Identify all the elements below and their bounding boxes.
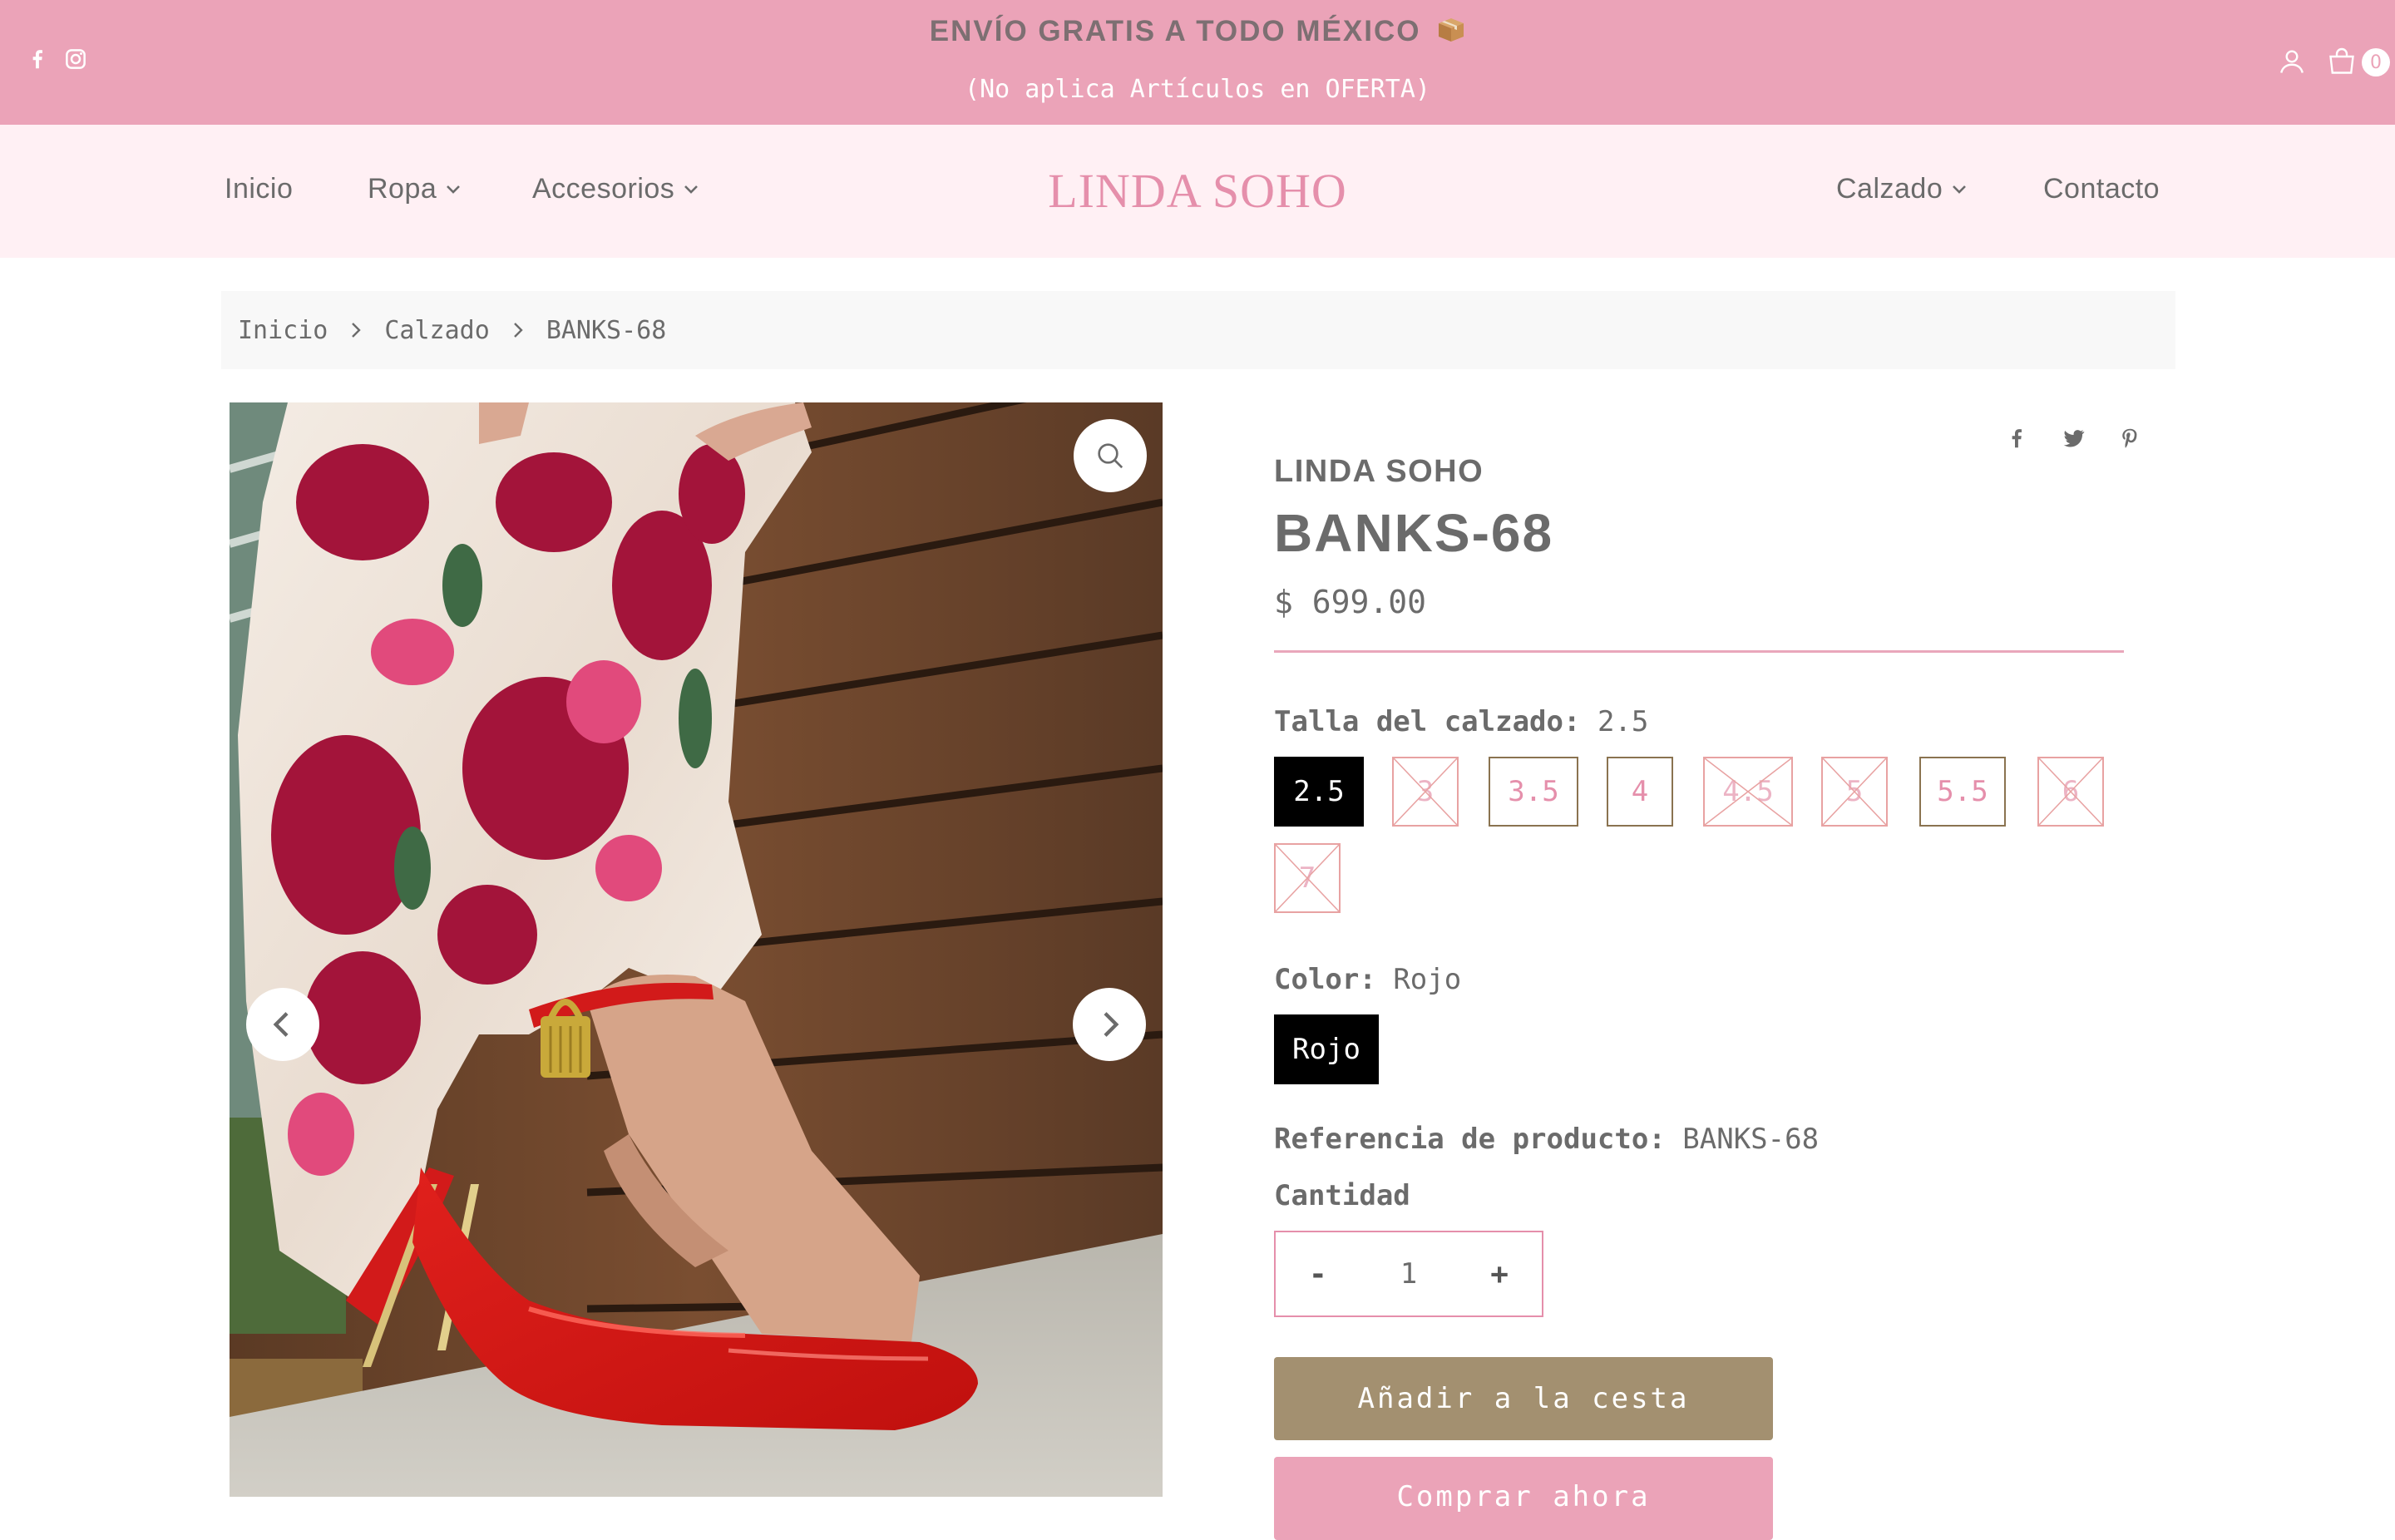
size-swatch-label: 5.5	[1937, 775, 1988, 808]
account-icon[interactable]	[2277, 47, 2307, 77]
breadcrumb-link-inicio[interactable]: Inicio	[238, 316, 328, 345]
sku-row: Referencia de producto: BANKS-68	[1274, 1123, 1819, 1156]
shipping-message-text: ENVÍO GRATIS A TODO MÉXICO	[929, 15, 1421, 47]
zoom-icon	[1098, 443, 1123, 469]
quantity-label-text: Cantidad	[1274, 1179, 1410, 1212]
price-divider	[1274, 650, 2124, 653]
share-facebook-icon[interactable]	[2004, 426, 2029, 451]
sku-value: BANKS-68	[1682, 1123, 1820, 1156]
shopping-bag-icon	[2329, 47, 2354, 74]
announcement-bar: ENVÍO GRATIS A TODO MÉXICO (No aplica Ar…	[0, 0, 2395, 125]
breadcrumb-current: BANKS-68	[546, 315, 667, 345]
size-swatch-4-5[interactable]: 4.5	[1703, 757, 1793, 827]
nav-item-calzado[interactable]: Calzado	[1836, 173, 1968, 205]
chevron-left-icon	[273, 1012, 289, 1037]
size-option-label: Talla del calzado: 2.5	[1274, 705, 1648, 738]
size-swatch-label: 2.5	[1293, 775, 1345, 808]
store-logo-text: LINDA SOHO	[1048, 164, 1347, 218]
size-swatch-3-5[interactable]: 3.5	[1489, 757, 1578, 827]
size-swatch-7[interactable]: 7	[1274, 843, 1341, 913]
sold-out-cross-icon	[1705, 758, 1791, 825]
sold-out-cross-icon	[1276, 845, 1339, 911]
instagram-icon[interactable]	[63, 47, 88, 72]
size-label: Talla del calzado:	[1274, 705, 1581, 738]
share-twitter-icon[interactable]	[2061, 426, 2086, 451]
product-photo	[230, 402, 1163, 1497]
store-logo[interactable]: LINDA SOHO	[0, 163, 2395, 219]
color-label: Color:	[1274, 963, 1376, 996]
add-to-cart-label: Añadir a la cesta	[1357, 1382, 1690, 1415]
nav-item-label: Calzado	[1836, 173, 1943, 205]
buy-now-label: Comprar ahora	[1396, 1480, 1651, 1513]
chevron-right-icon	[1104, 1012, 1119, 1037]
cart-button[interactable]: 0	[2327, 47, 2390, 77]
size-swatch-2-5[interactable]: 2.5	[1274, 757, 1364, 827]
package-icon	[1439, 18, 1464, 42]
size-swatch-5[interactable]: 5	[1821, 757, 1888, 827]
share-pinterest-icon[interactable]	[2117, 426, 2142, 451]
size-selected-value: 2.5	[1597, 705, 1649, 738]
previous-image-button[interactable]	[246, 988, 319, 1061]
size-swatch-3[interactable]: 3	[1392, 757, 1459, 827]
buy-now-button[interactable]: Comprar ahora	[1274, 1457, 1773, 1540]
nav-item-label: Contacto	[2043, 173, 2160, 205]
size-swatch-4[interactable]: 4	[1607, 757, 1673, 827]
next-image-button[interactable]	[1073, 988, 1146, 1061]
social-links	[25, 47, 88, 72]
quantity-increase-button[interactable]: +	[1490, 1257, 1509, 1291]
zoom-button[interactable]	[1074, 419, 1147, 492]
chevron-down-icon	[1953, 185, 1967, 194]
product-title: BANKS-68	[1274, 503, 1554, 563]
cart-count-badge: 0	[2362, 48, 2390, 77]
quantity-decrease-button[interactable]: -	[1309, 1257, 1327, 1291]
product-vendor[interactable]: LINDA SOHO	[1274, 454, 1484, 490]
sold-out-cross-icon	[2039, 758, 2102, 825]
quantity-input[interactable]: 1	[1400, 1257, 1417, 1291]
chevron-right-icon	[513, 323, 523, 338]
chevron-right-icon	[352, 323, 362, 338]
sold-out-cross-icon	[1823, 758, 1886, 825]
add-to-cart-button[interactable]: Añadir a la cesta	[1274, 1357, 1773, 1440]
product-price: $ 699.00	[1274, 584, 1427, 620]
size-swatch-label: 4	[1631, 775, 1649, 808]
color-swatch-rojo[interactable]: Rojo	[1274, 1014, 1379, 1084]
shipping-note: (No aplica Artículos en OFERTA)	[965, 75, 1430, 104]
color-selected-value: Rojo	[1393, 963, 1462, 996]
sold-out-cross-icon	[1394, 758, 1457, 825]
shipping-message: ENVÍO GRATIS A TODO MÉXICO	[0, 15, 2395, 48]
facebook-icon[interactable]	[25, 47, 50, 72]
size-swatch-5-5[interactable]: 5.5	[1919, 757, 2006, 827]
main-navigation: Inicio Ropa Accesorios LINDA SOHO Calzad…	[0, 125, 2395, 258]
nav-item-contacto[interactable]: Contacto	[2043, 173, 2160, 205]
size-swatch-label: 3.5	[1508, 775, 1559, 808]
sku-label: Referencia de producto:	[1274, 1123, 1666, 1156]
size-swatch-6[interactable]: 6	[2037, 757, 2104, 827]
breadcrumb-link-calzado[interactable]: Calzado	[384, 316, 489, 345]
quantity-stepper: - 1 +	[1274, 1231, 1543, 1317]
quantity-label: Cantidad	[1274, 1179, 1410, 1212]
breadcrumb: Inicio Calzado BANKS-68	[221, 291, 2175, 369]
share-links	[2004, 426, 2142, 451]
product-gallery	[230, 402, 1163, 1497]
color-swatch-label: Rojo	[1292, 1033, 1360, 1066]
color-option-label: Color: Rojo	[1274, 963, 1461, 996]
